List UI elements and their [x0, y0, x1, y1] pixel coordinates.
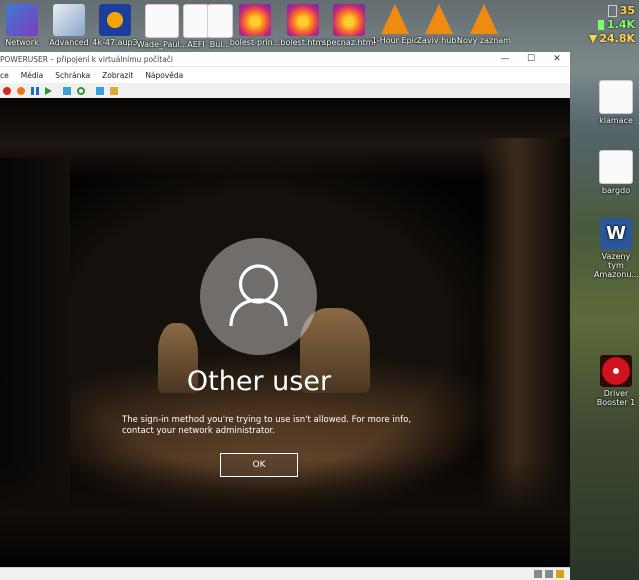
maximize-button[interactable]: ☐: [518, 52, 544, 66]
revert-icon[interactable]: [77, 87, 85, 95]
desktop-icon-label: Vazeny tym Amazonu...: [594, 252, 638, 279]
stat-value-3: 24.8K: [599, 32, 635, 45]
share-icon[interactable]: [110, 87, 118, 95]
window-title: POWERUSER – připojení k virtuálnímu počí…: [0, 54, 173, 64]
arrow-up-icon: ▼: [588, 32, 598, 45]
adv-icon: [53, 4, 85, 36]
checkpoint-icon[interactable]: [63, 87, 71, 95]
tray-stat-1: 35: [607, 4, 635, 17]
desktop-icon[interactable]: klamace: [594, 80, 638, 125]
enhanced-session-icon[interactable]: [96, 87, 104, 95]
lock-icon: [556, 570, 564, 578]
desktop-icon-label: 4k-47.aup3: [92, 38, 138, 47]
desktop-icon-label: Novy zaznam: [457, 36, 511, 45]
stat-value-1: 35: [619, 4, 635, 17]
chart-icon: [597, 20, 604, 30]
menu-item-action[interactable]: ce: [0, 71, 15, 80]
desktop-icon[interactable]: bolest-prin...: [228, 4, 282, 47]
user-silhouette-icon: [229, 264, 288, 327]
battery-icon: [607, 5, 617, 17]
menu-item-clipboard[interactable]: Schránka: [49, 71, 96, 80]
desktop-icon-label: klamace: [599, 116, 633, 125]
netw-icon: [6, 4, 38, 36]
tray-stat-3: ▼ 24.8K: [589, 32, 635, 45]
login-error-message: The sign-in method you're trying to use …: [122, 415, 412, 436]
menubar: ce Média Schránka Zobrazit Nápověda: [0, 67, 570, 83]
ff-icon: [239, 4, 271, 36]
desktop-icon[interactable]: W Vazeny tym Amazonu...: [594, 218, 638, 279]
desktop-icon-label: Driver Booster 1: [596, 389, 636, 407]
close-button[interactable]: ✕: [544, 52, 570, 66]
play-icon[interactable]: [45, 87, 52, 95]
desktop-icon-label: bolest-prin...: [229, 38, 281, 47]
desktop-icon[interactable]: bargdo: [594, 150, 638, 195]
desktop-icon-label: bargdo: [601, 186, 631, 195]
desktop-icon[interactable]: Novy zaznam: [457, 4, 511, 45]
menu-item-help[interactable]: Nápověda: [139, 71, 189, 80]
menu-item-view[interactable]: Zobrazit: [96, 71, 139, 80]
ok-button[interactable]: OK: [220, 453, 298, 477]
word-icon: W: [600, 218, 632, 250]
stop-icon[interactable]: [3, 87, 11, 95]
pause-icon[interactable]: [31, 87, 39, 95]
doc-icon: [599, 80, 633, 114]
ff-icon: [333, 4, 365, 36]
audac-icon: [99, 4, 131, 36]
doc-icon: [145, 4, 179, 38]
tray-stat-2: 1.4K: [597, 18, 635, 31]
window-statusbar: [0, 567, 570, 580]
vlc-icon: [381, 4, 409, 34]
keyboard-icon: [534, 570, 542, 578]
shutdown-icon[interactable]: [17, 87, 25, 95]
driver-icon: [600, 355, 632, 387]
login-username: Other user: [186, 366, 332, 397]
stat-value-2: 1.4K: [606, 18, 635, 31]
user-avatar: [200, 238, 317, 355]
menu-item-media[interactable]: Média: [15, 71, 50, 80]
desktop-icon[interactable]: 4k-47.aup3: [88, 4, 142, 47]
usb-icon: [545, 570, 553, 578]
vm-connection-window: POWERUSER – připojení k virtuálnímu počí…: [0, 52, 570, 580]
ff-icon: [287, 4, 319, 36]
vlc-icon: [470, 4, 498, 34]
doc-icon: [599, 150, 633, 184]
desktop-icon[interactable]: Driver Booster 1: [594, 355, 638, 407]
window-titlebar[interactable]: POWERUSER – připojení k virtuálnímu počí…: [0, 52, 570, 67]
vlc-icon: [425, 4, 453, 34]
vm-screen-lock-screen[interactable]: Other user The sign-in method you're try…: [0, 98, 570, 568]
minimize-button[interactable]: —: [492, 52, 518, 66]
